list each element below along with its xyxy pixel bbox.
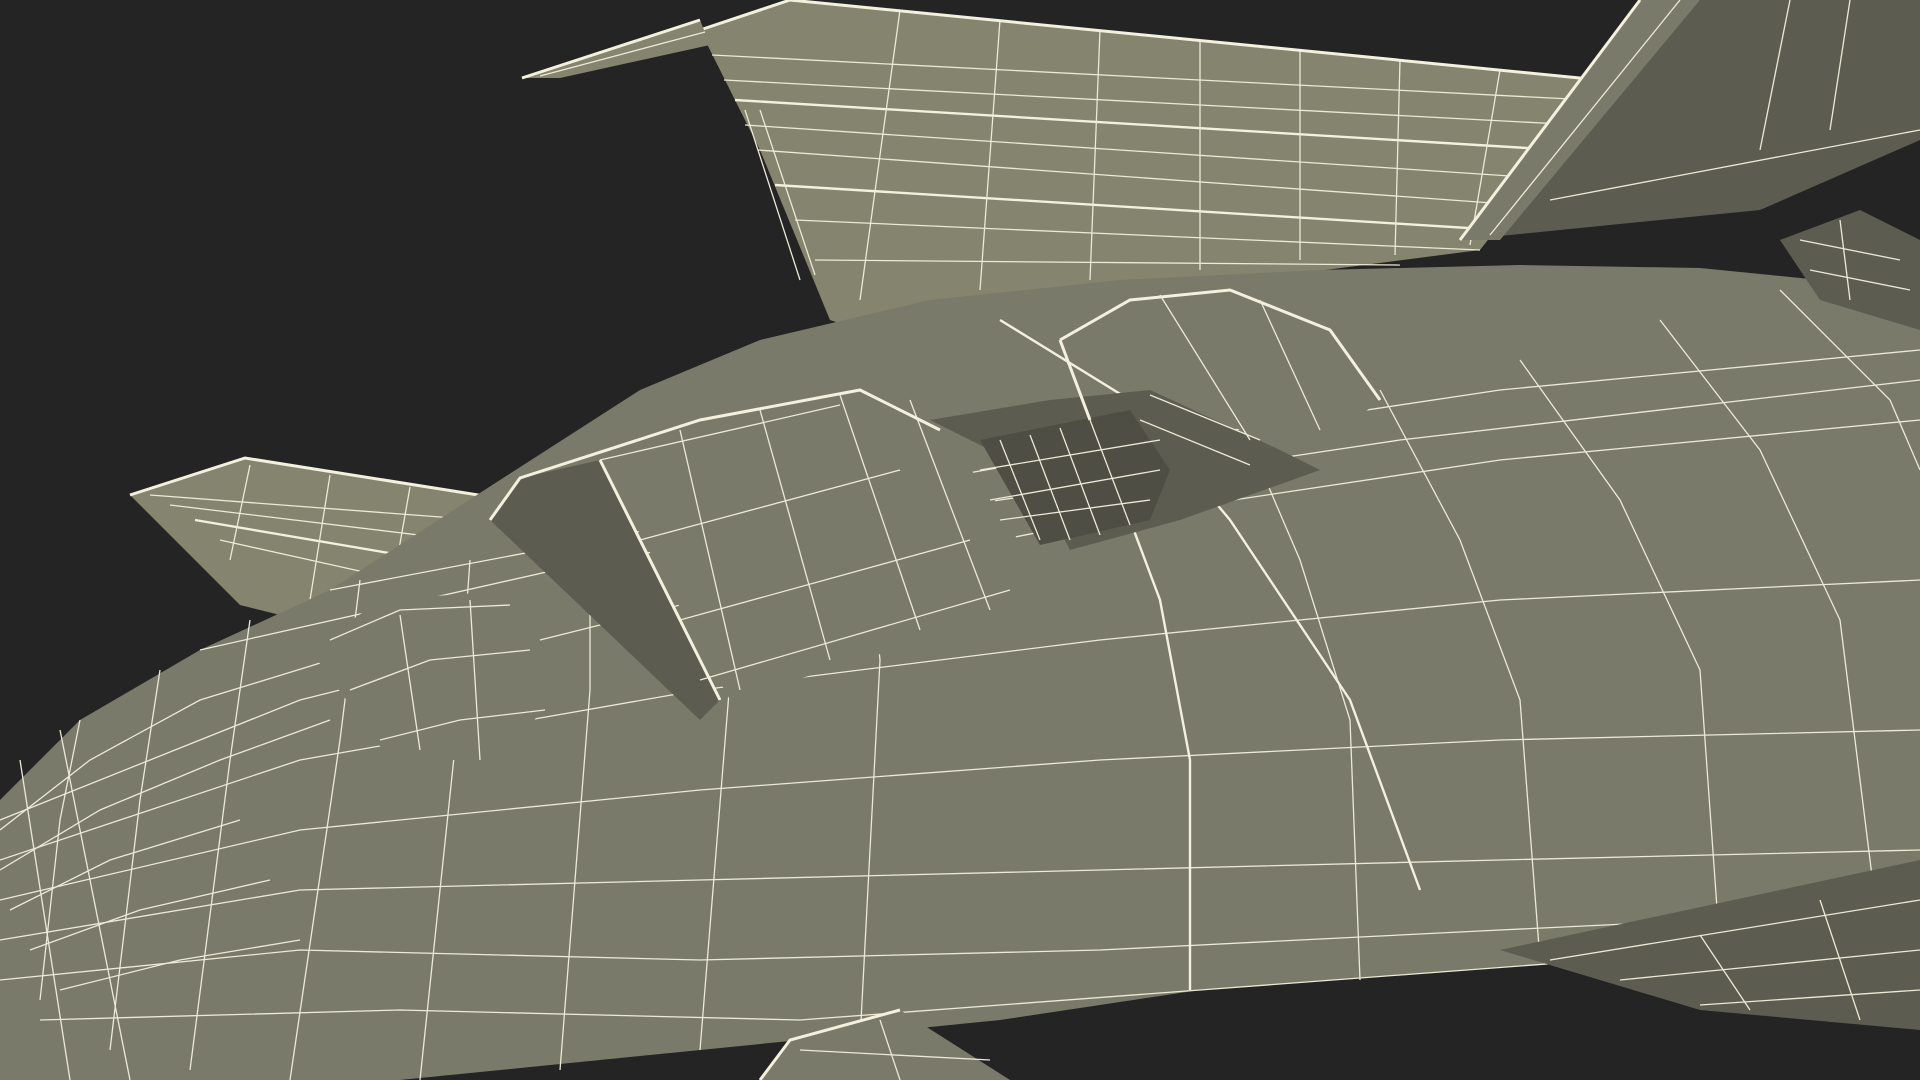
aircraft-wireframe-render [0, 0, 1920, 1080]
wing-tip-fence [521, 18, 710, 80]
render-viewport [0, 0, 1920, 1080]
